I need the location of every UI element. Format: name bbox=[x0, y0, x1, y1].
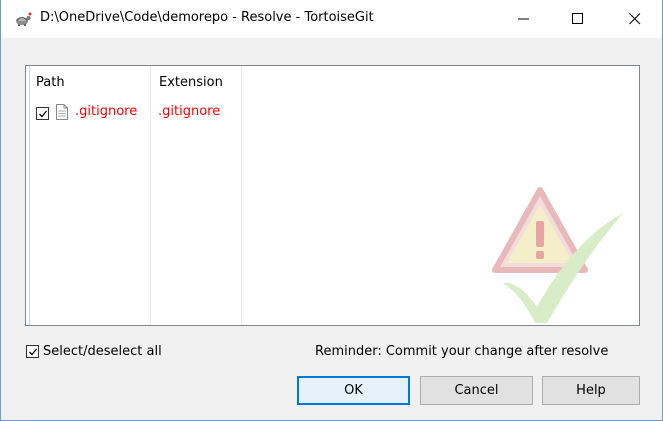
column-divider bbox=[150, 66, 151, 325]
cancel-button[interactable]: Cancel bbox=[420, 376, 533, 405]
row-path[interactable]: .gitignore bbox=[75, 104, 137, 119]
window-title: D:\OneDrive\Code\demorepo - Resolve - To… bbox=[40, 10, 374, 25]
help-button[interactable]: Help bbox=[542, 376, 640, 405]
row-extension: .gitignore bbox=[158, 104, 221, 119]
tortoise-icon bbox=[16, 12, 32, 26]
select-all-label[interactable]: Select/deselect all bbox=[43, 344, 162, 359]
resolve-dialog: D:\OneDrive\Code\demorepo - Resolve - To… bbox=[0, 0, 663, 421]
list-focus-line bbox=[29, 66, 30, 325]
maximize-icon bbox=[572, 13, 583, 24]
select-all-checkbox[interactable]: Select/deselect all bbox=[26, 344, 162, 359]
select-all-box[interactable] bbox=[26, 345, 39, 358]
checkmark-icon bbox=[39, 110, 48, 118]
conflict-resolved-watermark-icon bbox=[492, 187, 623, 323]
row-checkbox[interactable] bbox=[36, 107, 49, 120]
column-header-extension[interactable]: Extension bbox=[159, 75, 223, 90]
minimize-button[interactable] bbox=[501, 0, 547, 38]
ok-button[interactable]: OK bbox=[297, 376, 410, 405]
close-icon bbox=[629, 13, 641, 25]
checkmark-icon bbox=[29, 348, 38, 356]
reminder-text: Reminder: Commit your change after resol… bbox=[315, 344, 609, 359]
file-icon bbox=[56, 104, 68, 120]
close-button[interactable] bbox=[612, 0, 658, 38]
column-header-path[interactable]: Path bbox=[36, 75, 65, 90]
conflict-file-list[interactable]: Path Extension .gitignore .gitignore bbox=[25, 65, 640, 326]
column-divider bbox=[241, 66, 242, 325]
minimize-icon bbox=[518, 18, 529, 20]
maximize-button[interactable] bbox=[555, 0, 601, 38]
title-bar[interactable]: D:\OneDrive\Code\demorepo - Resolve - To… bbox=[1, 0, 662, 38]
